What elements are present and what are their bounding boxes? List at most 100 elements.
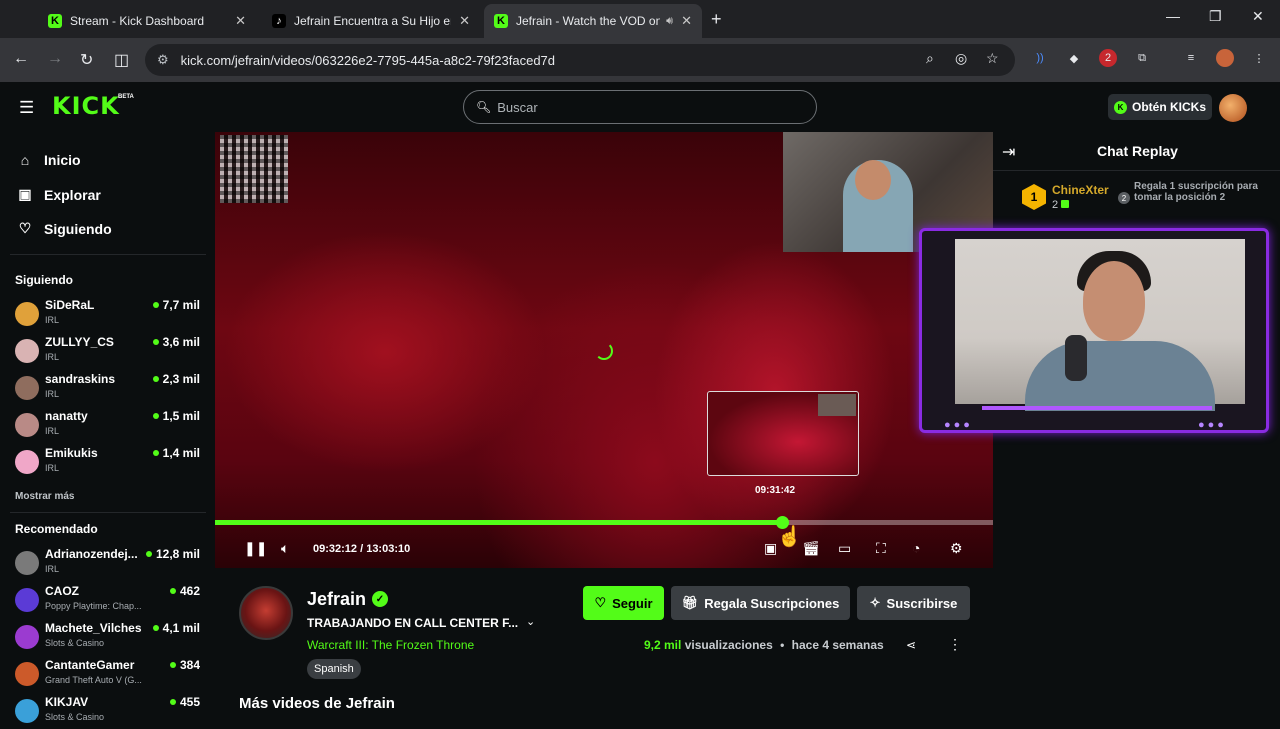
forward-icon[interactable]: → [47, 50, 63, 68]
search-input[interactable]: 🔍︎ Buscar [463, 90, 817, 124]
eye-off-icon[interactable]: ◎ [955, 50, 967, 67]
progress-fill [215, 520, 783, 525]
channel-avatar[interactable] [239, 586, 293, 640]
extension-icon[interactable]: ◆ [1065, 49, 1083, 67]
viewer-count: 3,6 mil [152, 335, 200, 349]
menu-icon[interactable]: ⋮ [1250, 49, 1268, 67]
extension-icon[interactable]: )) [1031, 49, 1049, 67]
playback-speed-icon[interactable]: ◔ [912, 540, 920, 556]
sidebar-item-explorar[interactable]: ▣ Explorar [16, 186, 100, 203]
channel-item[interactable]: sandraskins IRL 2,3 mil [15, 372, 205, 406]
microphone [1065, 335, 1087, 381]
compass-icon: ▣ [18, 186, 32, 202]
pause-icon[interactable]: ❚❚ [244, 540, 267, 557]
profile-avatar[interactable] [1216, 49, 1234, 67]
minimize-icon[interactable]: — [1166, 8, 1180, 24]
channel-item[interactable]: Adrianozendej... IRL 12,8 mil [15, 547, 205, 581]
following-header: Siguiendo [15, 273, 73, 287]
reload-icon[interactable]: ↻ [80, 50, 93, 70]
follow-label: Seguir [612, 595, 653, 611]
gift-subs-button[interactable]: 🎁︎ Regala Suscripciones [671, 586, 850, 620]
progress-bar[interactable] [215, 516, 993, 529]
show-more-link[interactable]: Mostrar más [15, 491, 74, 502]
clip-icon[interactable]: 🎬︎ [802, 540, 820, 557]
channel-category: IRL [45, 315, 60, 325]
channel-item[interactable]: KIKJAV Slots & Casino 455 [15, 695, 205, 729]
subscribe-label: Suscribirse [886, 595, 958, 611]
browser-tab-active[interactable]: K Jefrain - Watch the VOD on 🔊︎ ✕ [484, 4, 702, 38]
channel-item[interactable]: CantanteGamer Grand Theft Auto V (G... 3… [15, 658, 205, 692]
close-window-icon[interactable]: ✕ [1252, 8, 1264, 25]
channel-item[interactable]: SiDeRaL IRL 7,7 mil [15, 298, 205, 332]
follow-button[interactable]: ♡ Seguir [583, 586, 664, 620]
restore-icon[interactable]: ❐ [1209, 8, 1222, 25]
channel-item[interactable]: Emikukis IRL 1,4 mil [15, 446, 205, 480]
zoom-icon[interactable]: ⌕ [926, 50, 934, 67]
overlay-bar [982, 406, 1212, 410]
channel-item[interactable]: CAOZ Poppy Playtime: Chap... 462 [15, 584, 205, 618]
channel-name: Emikukis [45, 446, 98, 460]
browser-tab[interactable]: ♪ Jefrain Encuentra a Su Hijo en P ✕ [262, 4, 480, 38]
search-placeholder: Buscar [497, 99, 538, 115]
browser-tabstrip: K Stream - Kick Dashboard ✕ ♪ Jefrain En… [0, 0, 1280, 38]
game-link[interactable]: Warcraft III: The Frozen Throne [307, 638, 474, 652]
more-options-icon[interactable]: ⋮ [948, 636, 962, 653]
sidebar-item-inicio[interactable]: ⌂ Inicio [16, 152, 81, 168]
address-bar[interactable]: ⚙ kick.com/jefrain/videos/063226e2-7795-… [145, 44, 1015, 76]
view-stats: 9,2 mil visualizaciones • hace 4 semanas [644, 638, 884, 652]
tab-title: Jefrain - Watch the VOD on [516, 14, 661, 28]
browser-tab[interactable]: K Stream - Kick Dashboard ✕ [38, 4, 256, 38]
gift-icon: 🎁︎ [681, 595, 699, 610]
collapse-chat-icon[interactable]: ⇥ [1002, 142, 1015, 162]
new-tab-icon[interactable]: + [711, 9, 722, 30]
divider [10, 254, 206, 255]
chevron-down-icon[interactable]: ⌄ [526, 615, 535, 628]
loading-spinner-icon [595, 342, 613, 360]
settings-gear-icon[interactable]: ⚙ [950, 540, 963, 557]
site-info-icon[interactable]: ⚙ [157, 52, 169, 68]
video-player[interactable]: 09:31:42 ☝ ❚❚ 🔈︎ 09:32:12 / 13:03:10 ▣ 🎬… [215, 132, 993, 568]
time-display: 09:32:12 / 13:03:10 [313, 543, 411, 555]
volume-icon[interactable]: 🔈︎ [281, 540, 289, 557]
overlay-dots: ●●● [1198, 419, 1227, 431]
fullscreen-icon[interactable]: ⛶ [876, 540, 886, 557]
avatar [15, 699, 39, 723]
close-icon[interactable]: ✕ [235, 13, 246, 29]
sidebar-item-siguiendo[interactable]: ♡ Siguiendo [16, 220, 112, 237]
hamburger-icon[interactable]: ☰ [19, 98, 34, 118]
viewers-text: 1,5 mil [162, 409, 200, 423]
kick-logo[interactable]: KICK [52, 92, 120, 120]
star-icon[interactable]: ☆ [986, 50, 999, 67]
top-gifter-name[interactable]: ChineXter [1052, 183, 1109, 197]
kick-icon: K [48, 14, 62, 28]
language-tag[interactable]: Spanish [307, 659, 361, 679]
puzzle-icon[interactable]: ⧉ [1133, 49, 1151, 67]
avatar [15, 302, 39, 326]
channel-category: Poppy Playtime: Chap... [45, 601, 142, 611]
live-dot-icon [145, 551, 152, 557]
channel-item[interactable]: ZULLYY_CS IRL 3,6 mil [15, 335, 205, 369]
channel-item[interactable]: Machete_Vilches Slots & Casino 4,1 mil [15, 621, 205, 655]
channel-name[interactable]: Jefrain [307, 589, 366, 610]
person-head [855, 160, 891, 200]
channel-name: SiDeRaL [45, 298, 95, 312]
sidepanel-icon[interactable]: ◫ [114, 50, 129, 70]
pip-icon[interactable]: ▣ [764, 540, 777, 557]
close-icon[interactable]: ✕ [681, 13, 692, 29]
channel-item[interactable]: nanatty IRL 1,5 mil [15, 409, 205, 443]
close-icon[interactable]: ✕ [459, 13, 470, 29]
gift-count-text: 2 [1052, 199, 1059, 211]
theater-mode-icon[interactable]: ▭ [838, 540, 851, 557]
share-icon[interactable]: ⋖ [906, 638, 916, 652]
back-icon[interactable]: ← [13, 50, 29, 68]
media-icon[interactable]: ≡ [1182, 49, 1200, 67]
channel-name: KIKJAV [45, 695, 89, 709]
get-kicks-button[interactable]: K Obtén KICKs [1108, 94, 1212, 120]
gift-icon [1061, 200, 1070, 208]
viewer-count: 7,7 mil [152, 298, 200, 312]
subscribe-button[interactable]: ✧ Suscribirse [857, 586, 970, 620]
gift-cta[interactable]: Regala 1 suscripción para tomar la posic… [1134, 181, 1264, 203]
speaker-icon[interactable]: 🔊︎ [666, 15, 673, 28]
extension-badge-icon[interactable]: 2 [1099, 49, 1117, 67]
user-avatar[interactable] [1219, 94, 1247, 122]
